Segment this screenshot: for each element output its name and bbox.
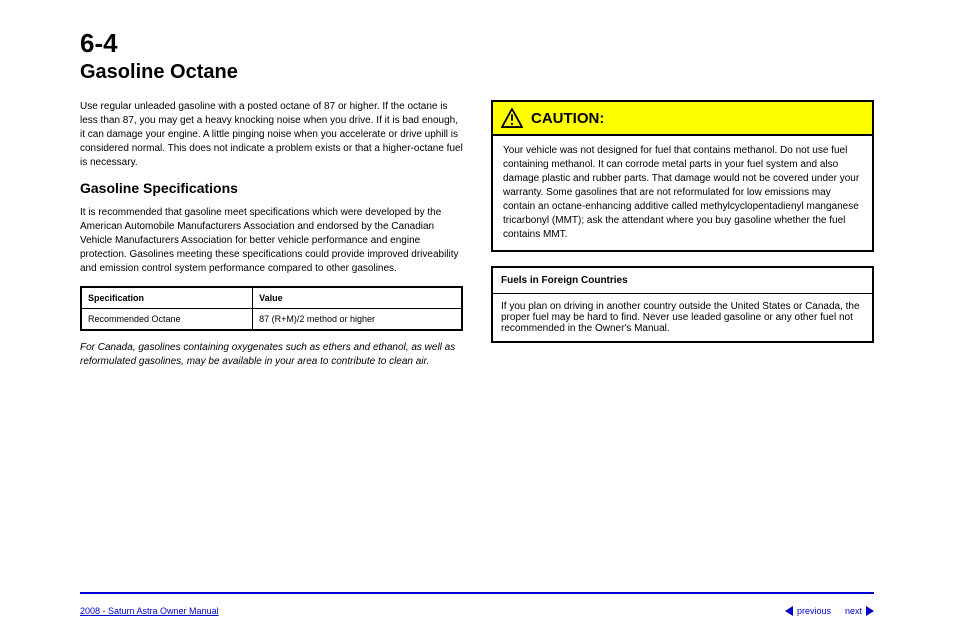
- body-paragraph: Use regular unleaded gasoline with a pos…: [80, 100, 463, 170]
- section-number: 6-4: [80, 28, 874, 59]
- foreign-fuel-table: Fuels in Foreign Countries If you plan o…: [491, 266, 874, 343]
- page-nav: previous next: [785, 606, 874, 616]
- section-title: Gasoline Octane: [80, 61, 874, 84]
- subsection-heading: Gasoline Specifications: [80, 180, 463, 196]
- italic-note: For Canada, gasolines containing oxygena…: [80, 341, 463, 369]
- triangle-right-icon: [866, 606, 874, 616]
- warning-triangle-icon: [501, 108, 523, 128]
- caution-header: CAUTION:: [493, 102, 872, 136]
- triangle-left-icon: [785, 606, 793, 616]
- table-header-cell: Value: [253, 287, 462, 309]
- right-column: CAUTION: Your vehicle was not designed f…: [491, 100, 874, 369]
- content-columns: Use regular unleaded gasoline with a pos…: [80, 100, 874, 369]
- caution-body: Your vehicle was not designed for fuel t…: [493, 136, 872, 250]
- manual-title-link[interactable]: 2008 - Saturn Astra Owner Manual: [80, 606, 219, 616]
- table-cell: If you plan on driving in another countr…: [492, 294, 873, 343]
- left-column: Use regular unleaded gasoline with a pos…: [80, 100, 463, 369]
- prev-label: previous: [797, 606, 831, 616]
- table-row: If you plan on driving in another countr…: [492, 294, 873, 343]
- caution-label: CAUTION:: [531, 110, 604, 127]
- table-cell: Recommended Octane: [81, 309, 253, 331]
- table-header-cell: Specification: [81, 287, 253, 309]
- body-paragraph: It is recommended that gasoline meet spe…: [80, 206, 463, 276]
- table-header-row: Specification Value: [81, 287, 462, 309]
- page-footer: 2008 - Saturn Astra Owner Manual previou…: [80, 606, 874, 616]
- table-cell: 87 (R+M)/2 method or higher: [253, 309, 462, 331]
- prev-page-button[interactable]: previous: [785, 606, 831, 616]
- next-label: next: [845, 606, 862, 616]
- table-header-row: Fuels in Foreign Countries: [492, 267, 873, 294]
- caution-box: CAUTION: Your vehicle was not designed f…: [491, 100, 874, 252]
- document-page: 6-4 Gasoline Octane Use regular unleaded…: [0, 0, 954, 636]
- table-header-cell: Fuels in Foreign Countries: [492, 267, 873, 294]
- next-page-button[interactable]: next: [845, 606, 874, 616]
- table-row: Recommended Octane 87 (R+M)/2 method or …: [81, 309, 462, 331]
- octane-spec-table: Specification Value Recommended Octane 8…: [80, 286, 463, 331]
- footer-divider: [80, 592, 874, 594]
